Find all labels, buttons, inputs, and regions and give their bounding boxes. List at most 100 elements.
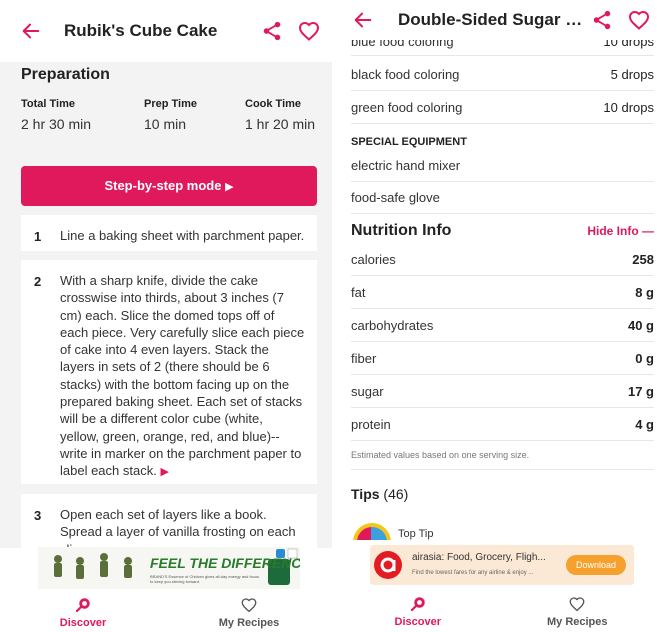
nav-discover[interactable]: Discover <box>338 590 498 632</box>
equipment-row: food-safe glove <box>351 182 654 214</box>
prep-time-value: 10 min <box>144 116 187 132</box>
left-header: Rubik's Cube Cake <box>0 0 332 62</box>
ingredient-amount: 10 drops <box>603 99 654 115</box>
step-text: Line a baking sheet with parchment paper… <box>60 228 305 243</box>
bottom-nav: Discover My Recipes <box>0 592 332 632</box>
cook-time: Cook Time 1 hr 20 min <box>245 98 315 132</box>
nav-discover-label: Discover <box>394 615 441 628</box>
page-title: Rubik's Cube Cake <box>64 21 218 40</box>
step-text: With a sharp knife, divide the cake cros… <box>60 273 305 479</box>
step-number: 2 <box>34 274 42 289</box>
estimate-note-text: Estimated values based on one serving si… <box>351 450 530 460</box>
ad-banner[interactable]: FEEL THE DIFFERENCE BRAND'S Essence of C… <box>38 547 300 589</box>
nutrition-row: fat 8 g <box>351 276 654 309</box>
nutrient-name: sugar <box>351 383 384 399</box>
nav-my-recipes-label: My Recipes <box>218 616 280 629</box>
airasia-logo-icon <box>374 551 402 579</box>
ad-subtext: Find the lowest fares for any airline & … <box>412 570 534 576</box>
step-number: 1 <box>34 229 42 244</box>
nutrition-row: calories 258 <box>351 243 654 276</box>
nutrient-name: protein <box>351 416 391 432</box>
nutrition-header: Nutrition Info Hide Info — <box>351 222 654 240</box>
ingredient-row: black food coloring 5 drops <box>351 58 654 91</box>
nutrition-heading: Nutrition Info <box>351 222 452 239</box>
nav-my-recipes[interactable]: My Recipes <box>498 590 657 632</box>
nav-discover[interactable]: Discover <box>0 592 166 632</box>
total-time-label: Total Time <box>21 98 75 110</box>
page-title: Double-Sided Sugar C... <box>398 10 588 29</box>
nutrient-value: 258 <box>632 251 654 267</box>
ad-banner[interactable]: airasia: Food, Grocery, Fligh... Find th… <box>370 545 634 585</box>
total-time: Total Time 2 hr 30 min <box>21 98 91 132</box>
step-text-wrap: With a sharp knife, divide the cake cros… <box>60 272 305 482</box>
ad-headline: FEEL THE DIFFERENCE <box>150 555 300 571</box>
discover-icon <box>410 596 425 611</box>
ingredient-name: black food coloring <box>351 66 460 82</box>
heart-icon[interactable] <box>627 8 651 32</box>
ingredient-name: green food coloring <box>351 99 463 115</box>
total-time-value: 2 hr 30 min <box>21 116 92 132</box>
right-header: Double-Sided Sugar C... <box>338 0 657 40</box>
left-screen: Rubik's Cube Cake Preparation Total Time… <box>0 0 332 632</box>
step-1: 1 Line a baking sheet with parchment pap… <box>21 215 317 251</box>
special-equipment-heading: SPECIAL EQUIPMENT <box>351 136 467 148</box>
hide-info-label: Hide Info <box>587 224 639 238</box>
share-icon[interactable] <box>591 9 613 31</box>
nutrient-value: 17 g <box>627 383 654 399</box>
top-tip-label: Top Tip <box>398 528 434 540</box>
nutrient-name: calories <box>351 251 396 267</box>
nutrition-row: sugar 17 g <box>351 375 654 408</box>
nav-my-recipes[interactable]: My Recipes <box>166 592 332 632</box>
nutrient-value: 4 g <box>635 416 654 432</box>
prep-time-label: Prep Time <box>144 98 197 110</box>
tip-avatar-icon <box>353 523 391 542</box>
ad-headline: airasia: Food, Grocery, Fligh... <box>412 552 546 563</box>
heart-icon <box>241 597 257 612</box>
ingredient-amount: 5 drops <box>610 66 654 82</box>
equipment-name: food-safe glove <box>351 190 440 205</box>
cook-time-value: 1 hr 20 min <box>245 116 316 132</box>
ingredient-row: green food coloring 10 drops <box>351 91 654 124</box>
play-icon: ▶ <box>225 181 234 193</box>
nutrient-name: fiber <box>351 350 377 366</box>
step-number: 3 <box>34 508 42 523</box>
nutrient-name: fat <box>351 284 366 300</box>
nutrition-row: carbohydrates 40 g <box>351 309 654 342</box>
bottom-nav: Discover My Recipes <box>338 590 657 632</box>
play-icon: ▶ <box>160 466 169 479</box>
back-arrow-icon[interactable] <box>20 20 42 42</box>
step-2: 2 With a sharp knife, divide the cake cr… <box>21 260 317 484</box>
step-text: Open each set of layers like a book. Spr… <box>60 507 296 550</box>
nutrient-value: 8 g <box>635 284 654 300</box>
back-arrow-icon[interactable] <box>352 9 374 31</box>
discover-icon <box>75 597 90 612</box>
step-3: 3 Open each set of layers like a book. S… <box>21 494 317 550</box>
heart-icon <box>569 596 585 611</box>
minus-icon: — <box>642 224 654 238</box>
share-icon[interactable] <box>261 20 283 42</box>
nutrition-row: fiber 0 g <box>351 342 654 375</box>
equipment-name: electric hand mixer <box>351 158 461 173</box>
hide-info-button[interactable]: Hide Info — <box>587 224 654 238</box>
preparation-section: Preparation Total Time 2 hr 30 min Prep … <box>0 62 332 148</box>
nav-discover-label: Discover <box>59 616 107 629</box>
equipment-row: electric hand mixer <box>351 150 654 182</box>
cook-time-label: Cook Time <box>245 98 302 110</box>
heart-icon[interactable] <box>297 19 321 43</box>
nutrient-name: carbohydrates <box>351 317 434 333</box>
nutrient-value: 40 g <box>627 317 654 333</box>
nutrition-row: protein 4 g <box>351 408 654 441</box>
estimate-note: Estimated values based on one serving si… <box>351 441 654 470</box>
prep-time: Prep Time 10 min <box>144 98 197 132</box>
step-by-step-button[interactable]: Step-by-step mode ▶ <box>21 166 317 206</box>
right-screen: blue food coloring 10 drops Double-Sided… <box>338 0 657 632</box>
tips-heading[interactable]: Tips (46) <box>351 486 408 502</box>
ad-subtext: BRAND'S Essence of Chicken gives all-day… <box>150 574 260 584</box>
ad-download-button[interactable]: Download <box>566 555 626 575</box>
nav-my-recipes-label: My Recipes <box>546 615 608 628</box>
tips-label: Tips <box>351 486 380 502</box>
tips-count: (46) <box>383 486 409 502</box>
nutrient-value: 0 g <box>635 350 654 366</box>
step-by-step-label: Step-by-step mode <box>104 178 222 193</box>
preparation-heading: Preparation <box>21 66 110 83</box>
